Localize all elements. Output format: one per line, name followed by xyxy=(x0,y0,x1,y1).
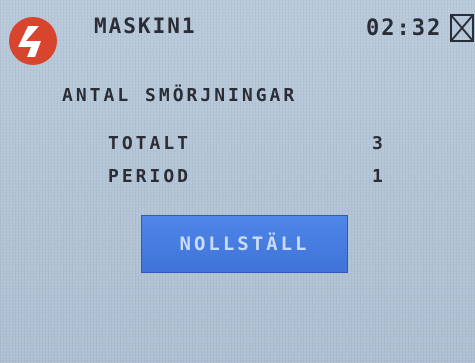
period-value: 1 xyxy=(372,166,386,187)
close-button[interactable] xyxy=(450,14,474,42)
machine-name: MASKIN1 xyxy=(94,14,197,38)
page-title: ANTAL SMÖRJNINGAR xyxy=(62,85,298,106)
brand-logo-icon xyxy=(8,16,58,66)
reset-button-label: NOLLSTÄLL xyxy=(179,233,310,255)
close-icon xyxy=(450,14,474,42)
lubrication-screen: MASKIN1 02:32 ANTAL SMÖRJNINGAR TOTALT 3… xyxy=(0,0,475,363)
total-value: 3 xyxy=(372,133,386,154)
total-label: TOTALT xyxy=(108,133,192,154)
reset-button[interactable]: NOLLSTÄLL xyxy=(141,215,348,273)
period-label: PERIOD xyxy=(108,166,192,187)
clock-time: 02:32 xyxy=(366,16,443,41)
